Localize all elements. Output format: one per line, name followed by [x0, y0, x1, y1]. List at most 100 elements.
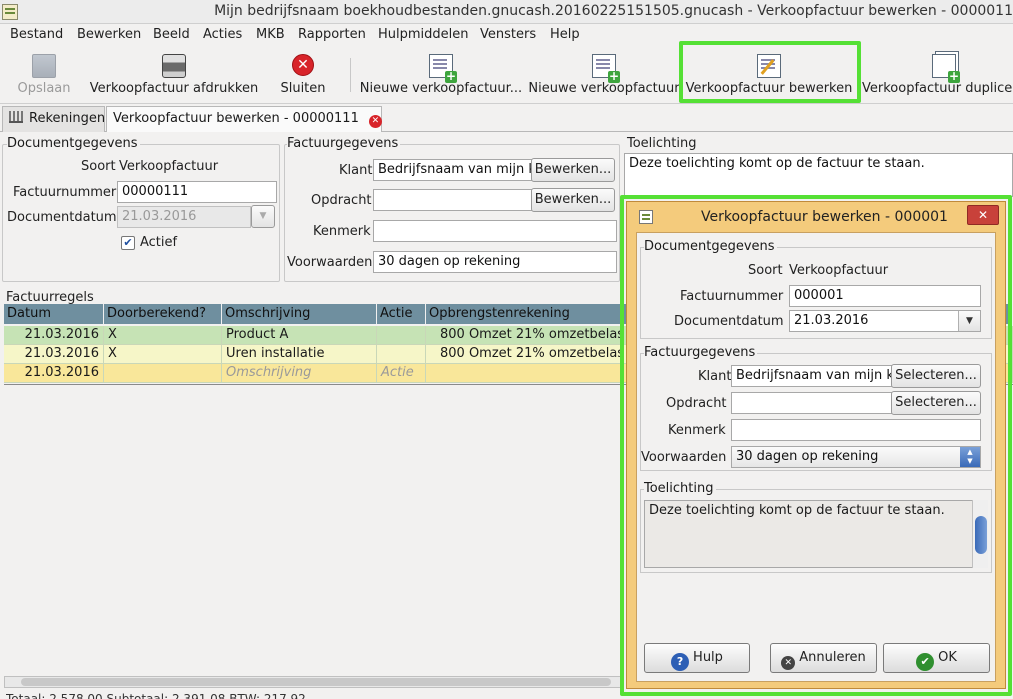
dialog-ok-button[interactable]: ✔ OK	[883, 643, 990, 673]
notes-field[interactable]: Deze toelichting komt op de factuur te s…	[624, 153, 1013, 197]
dialog-cancel-button[interactable]: ✕ Annuleren	[770, 643, 877, 673]
dialog-notes-field[interactable]: Deze toelichting komt op de factuur te s…	[644, 500, 974, 568]
invoice-details-title: Factuurgegevens	[287, 136, 401, 151]
type-value: Verkoopfactuur	[119, 159, 219, 174]
dialog-terms-label: Voorwaarden	[641, 450, 727, 465]
dialog-select-job-button[interactable]: Selecteren...	[891, 391, 981, 415]
close-button[interactable]: ✕ Sluiten	[268, 46, 338, 102]
menu-rapporten[interactable]: Rapporten	[298, 27, 366, 42]
dialog-job-label: Opdracht	[666, 396, 727, 411]
checkmark-icon: ✔	[916, 653, 935, 671]
select-spinner-icon: ▲ ▼	[960, 447, 980, 467]
duplicate-invoice-button[interactable]: Verkoopfactuur duplicer	[858, 46, 1013, 102]
dialog-client-label: Klant	[698, 369, 732, 384]
dialog-job-field[interactable]	[731, 392, 893, 414]
date-picker-button[interactable]: ▼	[251, 205, 275, 228]
save-disk-icon	[32, 54, 56, 78]
close-icon: ✕	[292, 54, 314, 76]
dialog-notes-scrollbar[interactable]	[972, 500, 988, 568]
document-date-field[interactable]: 21.03.2016	[117, 206, 251, 228]
dialog-close-button[interactable]: ✕	[967, 205, 999, 225]
job-label: Opdracht	[311, 193, 372, 208]
invoice-number-field[interactable]: 00000111	[117, 181, 277, 203]
document-details-group: Documentgegevens Soort Verkoopfactuur Fa…	[2, 136, 280, 282]
dialog-number-field[interactable]: 000001	[789, 285, 981, 307]
menu-bewerken[interactable]: Bewerken	[77, 27, 141, 42]
chevron-down-icon[interactable]: ▼	[958, 311, 980, 331]
status-totals: Totaal: 2.578,00 Subtotaal: 2.391,08 BTW…	[6, 692, 306, 699]
job-field[interactable]	[373, 189, 533, 211]
new-document-icon	[592, 54, 620, 83]
new-invoice-button-2[interactable]: Nieuwe verkoopfactuur	[528, 46, 680, 102]
dialog-help-button[interactable]: ? Hulp	[644, 643, 750, 673]
invoice-details-group: Factuurgegevens Klant Bedrijfsnaam van m…	[284, 136, 620, 282]
menu-help[interactable]: Help	[550, 27, 580, 42]
toolbar-separator	[350, 58, 351, 92]
horizontal-scrollbar[interactable]	[4, 676, 624, 688]
dialog-app-icon	[639, 210, 653, 224]
dialog-number-label: Factuurnummer	[680, 289, 784, 304]
notes-title: Toelichting	[627, 136, 697, 151]
reference-field[interactable]	[373, 220, 617, 242]
dialog-invoice-group: Factuurgegevens Klant Bedrijfsnaam van m…	[640, 345, 992, 471]
cancel-icon: ✕	[781, 656, 796, 670]
column-date[interactable]: Datum	[4, 304, 104, 324]
printer-icon	[162, 54, 186, 78]
client-field[interactable]: Bedrijfsnaam van mijn k	[373, 159, 533, 181]
tab-edit-invoice[interactable]: Verkoopfactuur bewerken - 00000111 ✕	[106, 106, 382, 132]
print-invoice-button[interactable]: Verkoopfactuur afdrukken	[88, 46, 260, 102]
client-label: Klant	[339, 163, 373, 178]
dialog-date-label: Documentdatum	[674, 314, 784, 329]
terms-label: Voorwaarden	[287, 255, 373, 270]
dialog-titlebar[interactable]: Verkoopfactuur bewerken - 000001 ✕	[627, 202, 1005, 232]
menu-bar: Bestand Bewerken Beeld Acties MKB Rappor…	[0, 24, 1013, 46]
column-billed[interactable]: Doorberekend?	[104, 304, 222, 324]
duplicate-document-icon	[932, 54, 960, 83]
dialog-type-label: Soort	[748, 263, 783, 278]
menu-acties[interactable]: Acties	[203, 27, 242, 42]
edit-document-icon	[757, 54, 781, 78]
window-title: Mijn bedrijfsnaam boekhoudbestanden.gnuc…	[214, 3, 1013, 19]
scrollbar-thumb[interactable]	[21, 678, 611, 686]
menu-hulpmiddelen[interactable]: Hulpmiddelen	[378, 27, 469, 42]
invoice-number-label: Factuurnummer	[13, 185, 117, 200]
invoice-lines-title: Factuurregels	[6, 290, 94, 305]
dialog-document-title: Documentgegevens	[644, 239, 777, 254]
menu-bestand[interactable]: Bestand	[10, 27, 63, 42]
active-checkbox[interactable]: ✔	[121, 236, 135, 250]
menu-beeld[interactable]: Beeld	[153, 27, 190, 42]
dialog-notes-title: Toelichting	[644, 481, 716, 496]
bank-icon	[9, 111, 23, 123]
dialog-terms-select[interactable]: 30 dagen op rekening ▲ ▼	[731, 446, 981, 468]
document-date-label: Documentdatum	[7, 210, 117, 225]
column-description[interactable]: Omschrijving	[222, 304, 377, 324]
tab-bar: Rekeningen Verkoopfactuur bewerken - 000…	[0, 104, 1013, 132]
new-invoice-button[interactable]: Nieuwe verkoopfactuur...	[358, 46, 524, 102]
edit-job-button[interactable]: Bewerken...	[531, 188, 615, 212]
document-details-title: Documentgegevens	[7, 136, 140, 151]
menu-mkb[interactable]: MKB	[256, 27, 285, 42]
help-icon: ?	[671, 653, 690, 671]
dialog-type-value: Verkoopfactuur	[789, 263, 889, 278]
dialog-reference-field[interactable]	[731, 419, 981, 441]
dialog-notes-group: Toelichting Deze toelichting komt op de …	[640, 481, 992, 573]
type-label: Soort	[81, 159, 116, 174]
edit-invoice-dialog: Verkoopfactuur bewerken - 000001 ✕ Docum…	[626, 201, 1006, 689]
dialog-client-field[interactable]: Bedrijfsnaam van mijn k	[731, 365, 893, 387]
menu-vensters[interactable]: Vensters	[480, 27, 536, 42]
edit-client-button[interactable]: Bewerken...	[531, 158, 615, 182]
terms-field[interactable]: 30 dagen op rekening	[373, 251, 617, 273]
edit-invoice-button[interactable]: Verkoopfactuur bewerken	[683, 46, 855, 102]
scrollbar-thumb[interactable]	[975, 516, 987, 554]
new-document-icon	[429, 54, 457, 83]
tab-accounts[interactable]: Rekeningen	[2, 106, 105, 132]
tab-close-icon[interactable]: ✕	[368, 115, 382, 128]
dialog-title: Verkoopfactuur bewerken - 000001	[701, 209, 948, 225]
window-titlebar: Mijn bedrijfsnaam boekhoudbestanden.gnuc…	[0, 0, 1013, 24]
dialog-date-field[interactable]: 21.03.2016 ▼	[789, 310, 981, 332]
dialog-select-client-button[interactable]: Selecteren...	[891, 364, 981, 388]
gnucash-app-icon	[2, 4, 18, 20]
column-action[interactable]: Actie	[377, 304, 426, 324]
active-label: Actief	[140, 235, 178, 250]
save-button[interactable]: Opslaan	[4, 46, 84, 102]
